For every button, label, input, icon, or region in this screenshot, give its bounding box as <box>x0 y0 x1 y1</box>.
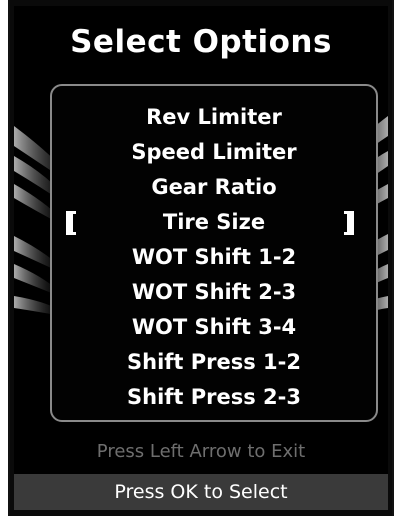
selection-bracket-right-icon <box>344 210 354 235</box>
menu-item-tire-size[interactable]: Tire Size <box>52 205 376 240</box>
selection-bracket-left-icon <box>66 210 76 235</box>
menu-item-rev-limiter[interactable]: Rev Limiter <box>52 100 376 135</box>
exit-hint: Press Left Arrow to Exit <box>96 441 306 462</box>
select-hint-bar: Press OK to Select <box>14 474 388 510</box>
menu-item-wot-shift-2-3[interactable]: WOT Shift 2-3 <box>52 275 376 310</box>
display-screen: Select Options Rev Limiter Speed Limiter… <box>14 6 388 510</box>
menu-item-shift-press-1-2[interactable]: Shift Press 1-2 <box>52 345 376 380</box>
device: Select Options Rev Limiter Speed Limiter… <box>0 0 402 516</box>
menu-item-gear-ratio[interactable]: Gear Ratio <box>52 170 376 205</box>
menu-item-shift-press-2-3[interactable]: Shift Press 2-3 <box>52 380 376 415</box>
options-panel: Rev Limiter Speed Limiter Gear Ratio Tir… <box>50 84 378 422</box>
menu-item-speed-limiter[interactable]: Speed Limiter <box>52 135 376 170</box>
options-menu: Rev Limiter Speed Limiter Gear Ratio Tir… <box>52 100 376 415</box>
menu-item-wot-shift-3-4[interactable]: WOT Shift 3-4 <box>52 310 376 345</box>
menu-item-wot-shift-1-2[interactable]: WOT Shift 1-2 <box>52 240 376 275</box>
screen-title: Select Options <box>70 24 332 60</box>
